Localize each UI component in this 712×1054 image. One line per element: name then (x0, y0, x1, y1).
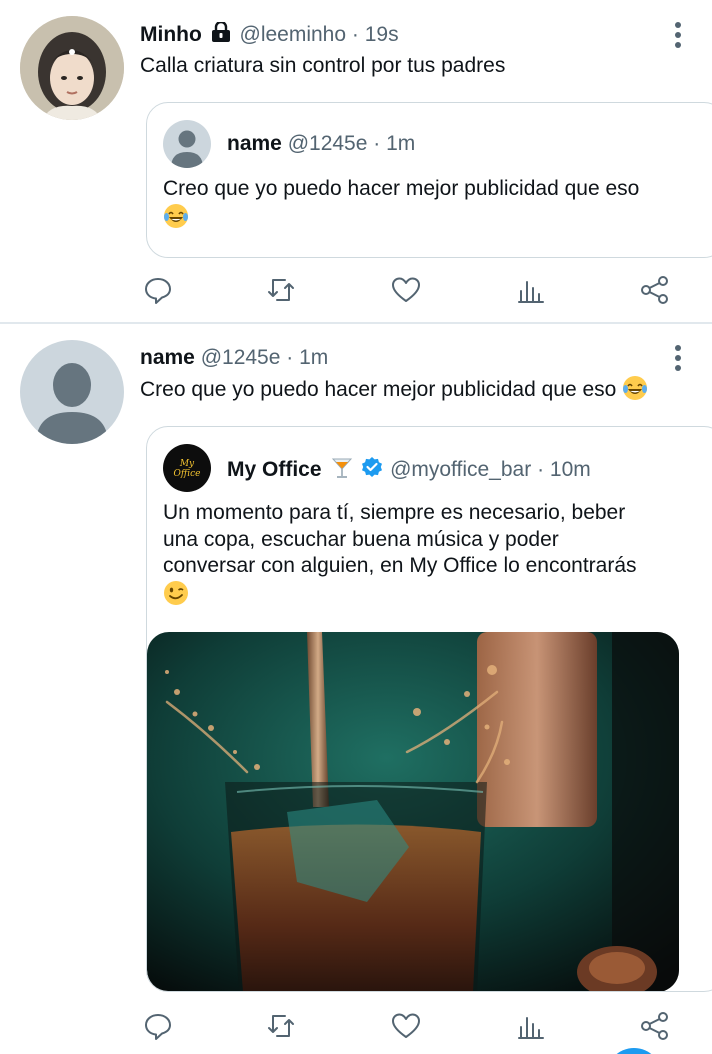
tweet-2-actions (140, 1008, 680, 1044)
tweet-2[interactable]: name @1245e · 1m Creo que yo puedo hacer… (0, 324, 712, 1054)
quoted-timestamp: 1m (386, 132, 416, 155)
avatar-minho[interactable] (20, 16, 124, 120)
lock-icon (210, 20, 232, 42)
myoffice-avatar: My Office (163, 444, 211, 492)
default-avatar (163, 120, 211, 168)
share-icon[interactable] (637, 272, 673, 308)
quoted-author-name: My Office (227, 458, 322, 481)
share-icon[interactable] (637, 1008, 673, 1044)
quoted-header: name @1245e · 1m (227, 131, 415, 157)
svg-text:Office: Office (174, 469, 201, 479)
separator-dot: · (373, 132, 381, 155)
quoted-author-handle: @myoffice_bar (390, 458, 532, 481)
separator-dot: · (351, 23, 359, 46)
winking-face-emoji (163, 580, 189, 606)
quoted-tweet[interactable]: My Office My Office @myoffice_bar · 10m … (146, 426, 712, 992)
tweet-1-header: Minho @leeminho · 19s (140, 20, 399, 48)
svg-text:My: My (179, 459, 195, 469)
laughing-tears-emoji (622, 375, 648, 401)
author-handle[interactable]: @leeminho (240, 23, 347, 46)
quoted-text-line: Un momento para tí, siempre es necesario… (163, 501, 626, 524)
quoted-timestamp: 10m (549, 458, 591, 481)
quoted-text: Creo que yo puedo hacer mejor publicidad… (163, 176, 683, 231)
retweet-icon[interactable] (263, 1008, 299, 1044)
tweet-text-body: Creo que yo puedo hacer mejor publicidad… (140, 378, 617, 401)
author-name[interactable]: Minho (140, 23, 202, 46)
retweet-icon[interactable] (263, 272, 299, 308)
separator-dot: · (537, 458, 545, 481)
profile-photo (20, 16, 124, 120)
quoted-text: Un momento para tí, siempre es necesario… (163, 500, 703, 608)
like-icon[interactable] (388, 1008, 424, 1044)
tweet-1-actions (140, 272, 680, 308)
author-handle[interactable]: @1245e (201, 346, 281, 369)
quoted-header: My Office @myoffice_bar · 10m (227, 456, 591, 483)
cocktail-emoji (330, 456, 354, 480)
quoted-text-line: una copa, escuchar buena música y poder (163, 527, 559, 551)
quoted-tweet[interactable]: name @1245e · 1m Creo que yo puedo hacer… (146, 102, 712, 258)
more-vertical-icon[interactable] (666, 20, 690, 50)
timestamp[interactable]: 19s (365, 23, 399, 46)
author-name[interactable]: name (140, 346, 195, 369)
like-icon[interactable] (388, 272, 424, 308)
verified-badge-icon (360, 456, 384, 480)
tweet-1[interactable]: Minho @leeminho · 19s Calla criatura sin… (0, 0, 712, 322)
tweet-text: Calla criatura sin control por tus padre… (140, 54, 506, 77)
reply-icon[interactable] (140, 272, 176, 308)
tweet-2-header: name @1245e · 1m (140, 345, 328, 371)
tweet-media-photo[interactable] (147, 632, 679, 991)
quoted-text-line: conversar con alguien, en My Office lo e… (163, 554, 637, 577)
reply-icon[interactable] (140, 1008, 176, 1044)
quoted-author-handle: @1245e (287, 132, 368, 155)
timestamp[interactable]: 1m (299, 346, 328, 369)
laughing-tears-emoji (163, 203, 189, 229)
analytics-icon[interactable] (513, 1008, 549, 1044)
separator-dot: · (286, 346, 294, 369)
tweet-text: Creo que yo puedo hacer mejor publicidad… (140, 375, 648, 403)
default-avatar[interactable] (20, 340, 124, 444)
analytics-icon[interactable] (513, 272, 549, 308)
quoted-author-name: name (227, 132, 282, 155)
quoted-text-body: Creo que yo puedo hacer mejor publicidad… (163, 177, 640, 200)
more-vertical-icon[interactable] (666, 343, 690, 373)
